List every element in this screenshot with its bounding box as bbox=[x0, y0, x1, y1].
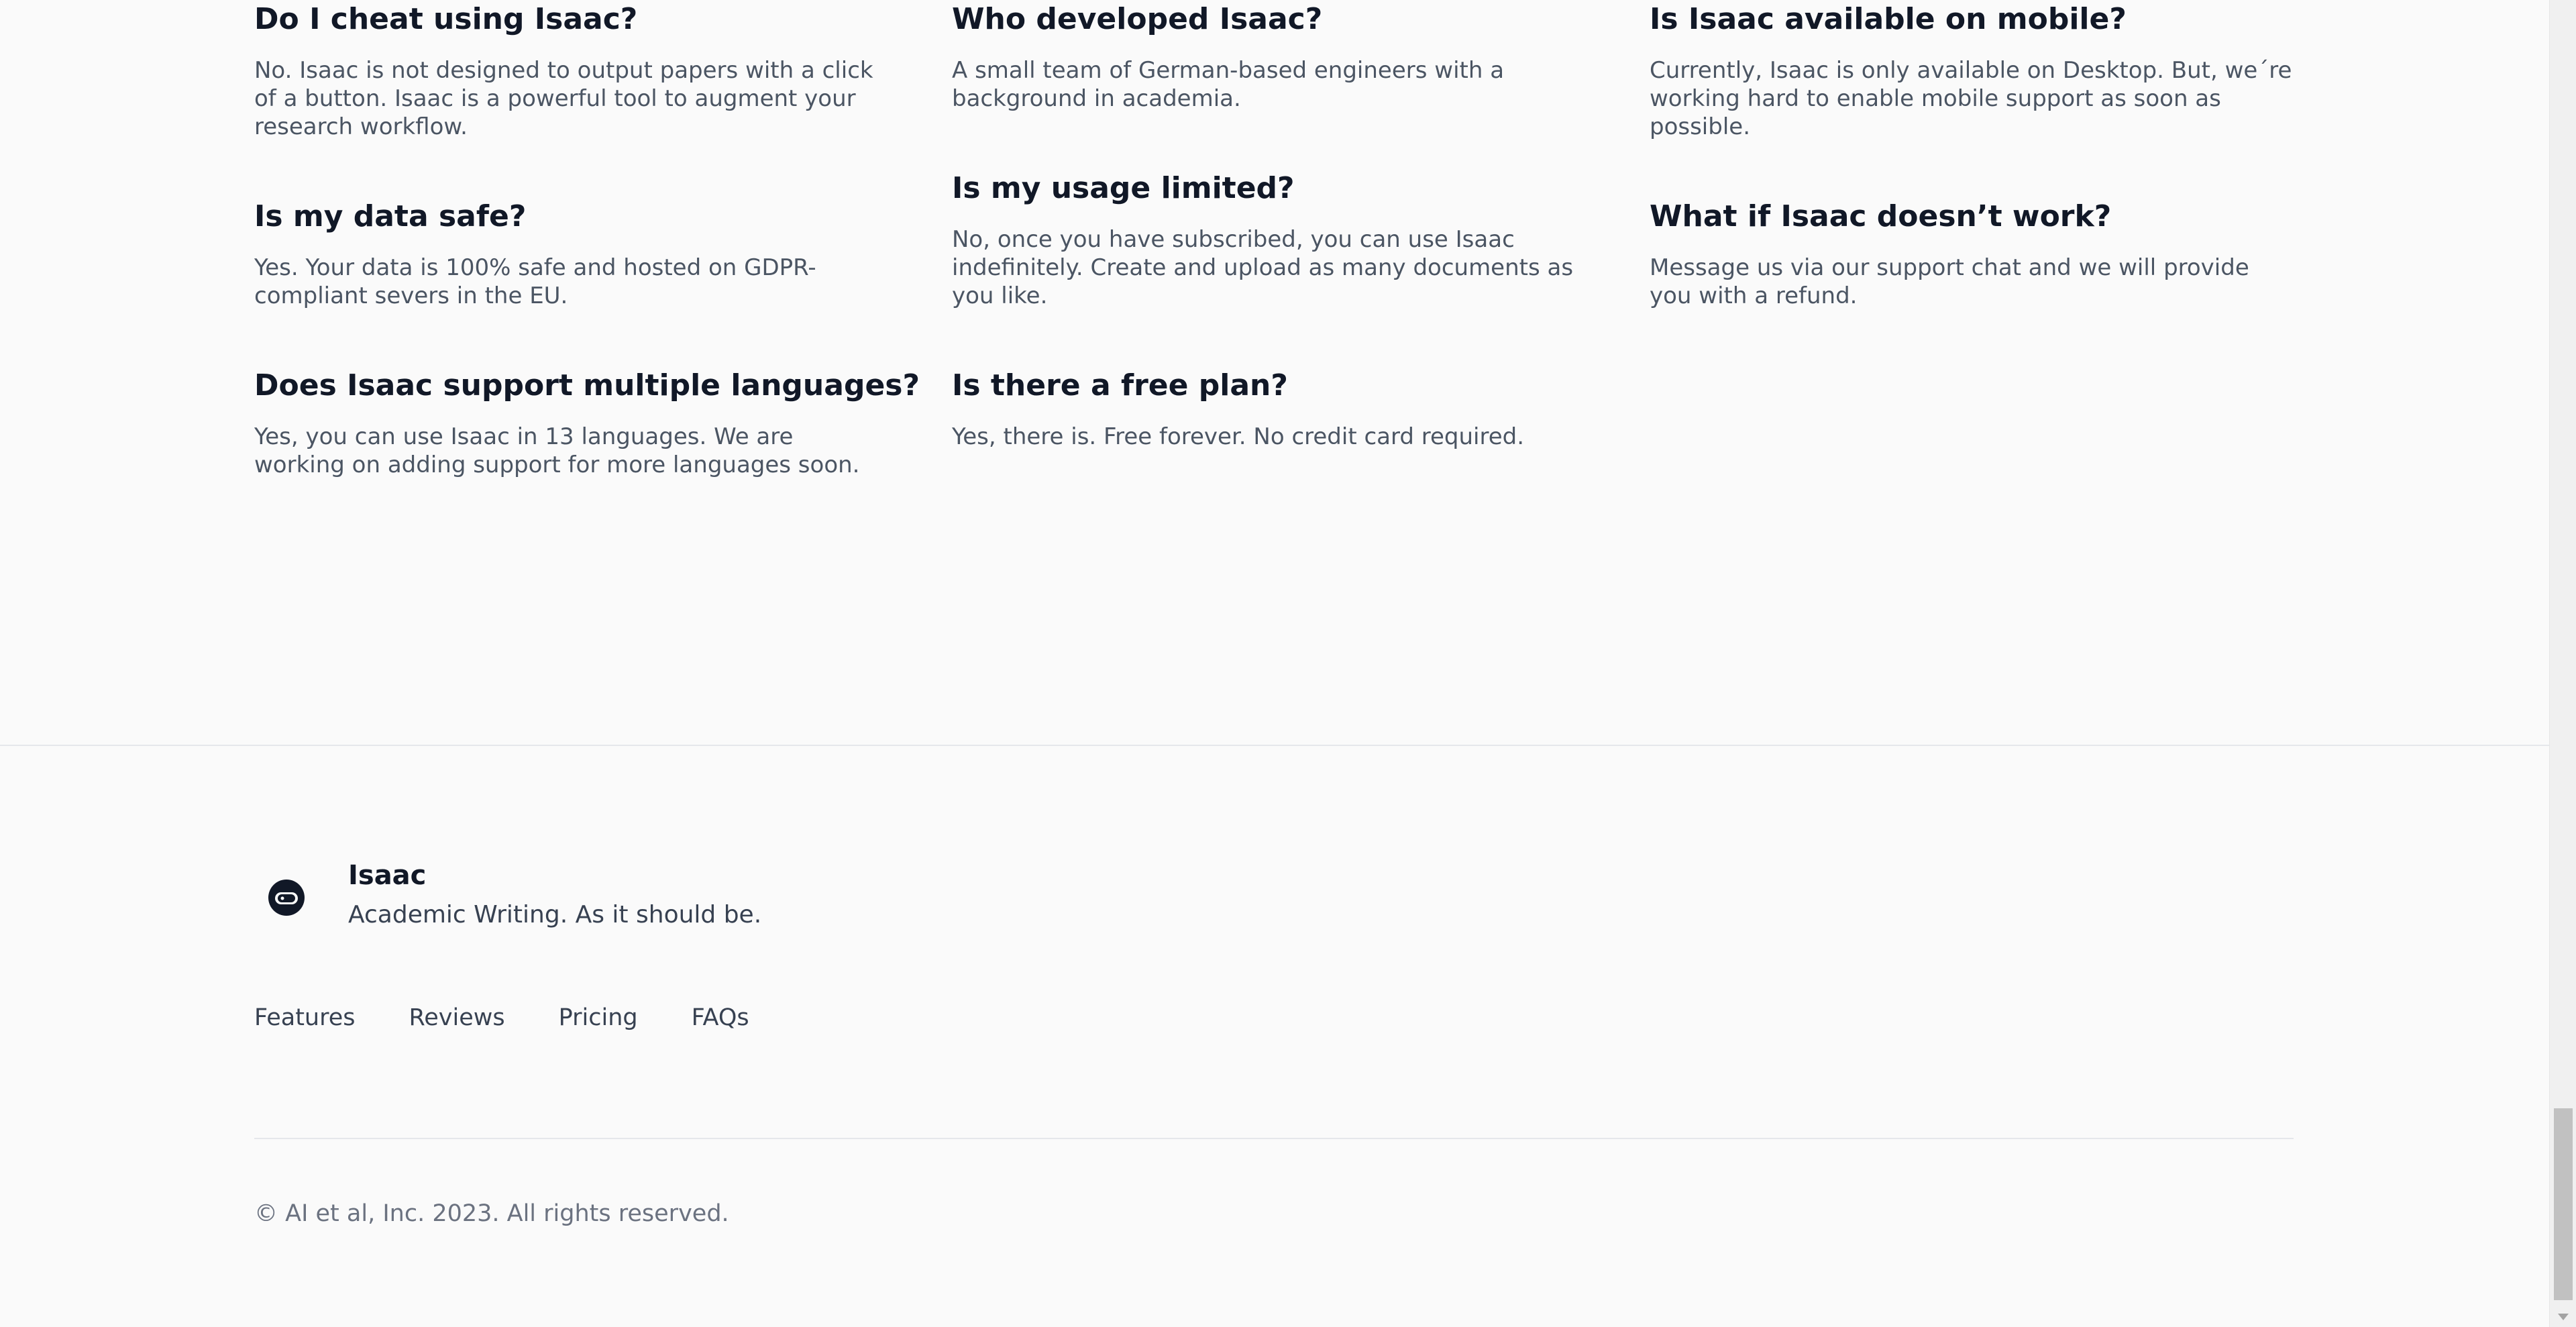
faq-item: What if Isaac doesn’t work? Message us v… bbox=[1650, 197, 2294, 310]
faq-question: Is my usage limited? bbox=[952, 171, 1295, 205]
footer-link-reviews[interactable]: Reviews bbox=[409, 1002, 505, 1033]
faq-item: Do I cheat using Isaac? No. Isaac is not… bbox=[254, 0, 952, 141]
faq-item: Who developed Isaac? A small team of Ger… bbox=[952, 0, 1650, 113]
faq-answer: Yes. Your data is 100% safe and hosted o… bbox=[254, 254, 816, 309]
faq-item: Is there a free plan? Yes, there is. Fre… bbox=[952, 366, 1650, 451]
brand-text: Isaac Academic Writing. As it should be. bbox=[348, 859, 761, 931]
faq-item: Is my usage limited? No, once you have s… bbox=[952, 169, 1650, 310]
footer-brand: Isaac Academic Writing. As it should be. bbox=[254, 859, 761, 931]
footer-nav: Features Reviews Pricing FAQs bbox=[254, 1002, 749, 1033]
bottom-divider bbox=[254, 1138, 2294, 1139]
faq-answer: Message us via our support chat and we w… bbox=[1650, 254, 2249, 309]
footer-divider bbox=[0, 745, 2549, 746]
brand-name[interactable]: Isaac bbox=[348, 859, 761, 892]
footer-link-faqs[interactable]: FAQs bbox=[692, 1002, 749, 1033]
faq-item: Is my data safe? Yes. Your data is 100% … bbox=[254, 197, 952, 310]
faq-grid: Do I cheat using Isaac? No. Isaac is not… bbox=[254, 0, 2294, 535]
brand-tagline: Academic Writing. As it should be. bbox=[348, 901, 762, 928]
astronaut-helmet-icon[interactable] bbox=[254, 865, 319, 930]
faq-column-1: Do I cheat using Isaac? No. Isaac is not… bbox=[254, 0, 952, 535]
faq-question: What if Isaac doesn’t work? bbox=[1650, 199, 2112, 233]
faq-answer: Yes, you can use Isaac in 13 languages. … bbox=[254, 423, 860, 478]
copyright-text: © AI et al, Inc. 2023. All rights reserv… bbox=[254, 1200, 729, 1227]
faq-answer: Currently, Isaac is only available on De… bbox=[1650, 57, 2292, 140]
footer-link-features[interactable]: Features bbox=[254, 1002, 356, 1033]
scroll-down-arrow-icon[interactable] bbox=[2558, 1314, 2569, 1320]
faq-question: Do I cheat using Isaac? bbox=[254, 2, 638, 36]
faq-question: Is Isaac available on mobile? bbox=[1650, 2, 2127, 36]
faq-column-3: Is Isaac available on mobile? Currently,… bbox=[1650, 0, 2294, 535]
faq-item: Is Isaac available on mobile? Currently,… bbox=[1650, 0, 2294, 141]
faq-answer: No. Isaac is not designed to output pape… bbox=[254, 57, 873, 140]
faq-item: Does Isaac support multiple languages? Y… bbox=[254, 366, 952, 479]
faq-question: Is there a free plan? bbox=[952, 368, 1288, 403]
faq-answer: Yes, there is. Free forever. No credit c… bbox=[952, 423, 1525, 450]
faq-answer: No, once you have subscribed, you can us… bbox=[952, 226, 1574, 309]
faq-question: Who developed Isaac? bbox=[952, 2, 1323, 36]
page: Do I cheat using Isaac? No. Isaac is not… bbox=[0, 0, 2549, 1327]
faq-question: Does Isaac support multiple languages? bbox=[254, 368, 920, 403]
vertical-scrollbar[interactable] bbox=[2549, 0, 2576, 1327]
faq-column-2: Who developed Isaac? A small team of Ger… bbox=[952, 0, 1650, 535]
footer-link-pricing[interactable]: Pricing bbox=[559, 1002, 638, 1033]
faq-answer: A small team of German-based engineers w… bbox=[952, 57, 1505, 112]
scrollbar-thumb[interactable] bbox=[2554, 1108, 2573, 1300]
faq-question: Is my data safe? bbox=[254, 199, 527, 233]
